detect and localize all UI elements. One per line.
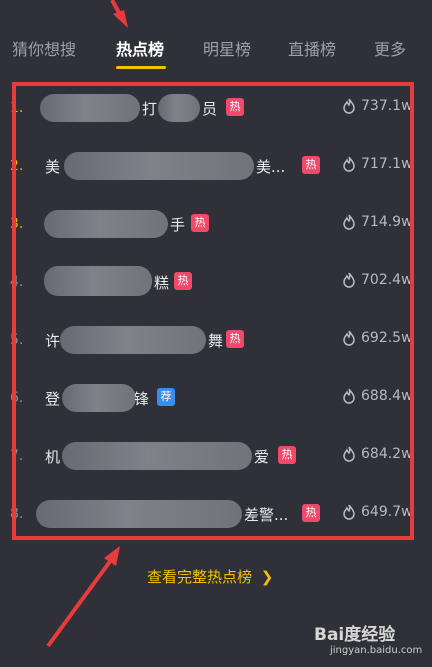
rank-number: 7. — [10, 448, 24, 464]
rank-number: 4. — [10, 274, 24, 290]
arrow-line-bottom — [46, 554, 116, 648]
arrow-head-bottom — [104, 546, 120, 566]
hot-badge: 热 — [278, 446, 296, 464]
blurred-title-segment — [60, 326, 206, 354]
title-tail: 糕 — [154, 274, 170, 292]
blurred-title-segment — [64, 152, 254, 180]
rank-number: 1. — [10, 100, 24, 116]
recommend-badge: 荐 — [157, 388, 175, 406]
tab-more[interactable]: 更多 — [374, 36, 406, 60]
list-item[interactable]: 6. 登 锋 荐 688.4w — [0, 372, 432, 428]
heat-number: 692.5w — [361, 330, 413, 346]
hot-badge: 热 — [302, 156, 320, 174]
title-tail: 手 — [170, 216, 186, 234]
rank-number: 8. — [10, 506, 24, 522]
watermark-url: jingyan.baidu.com — [330, 645, 423, 656]
heat-value: 688.4w — [342, 388, 413, 404]
title-mid: 打 — [142, 100, 158, 118]
hot-badge: 热 — [191, 214, 209, 232]
title-tail: 锋 — [134, 390, 150, 408]
heat-number: 737.1w — [361, 98, 413, 114]
title-tail: 员 — [202, 100, 218, 118]
heat-number: 702.4w — [361, 272, 413, 288]
title-tail: 美... — [256, 158, 286, 176]
list-item[interactable]: 1. 打 员 热 737.1w — [0, 82, 432, 138]
watermark-brand: Bai度经验 — [314, 625, 396, 645]
view-full-hot-list-link[interactable]: 查看完整热点榜 ❯ — [147, 566, 273, 587]
flame-icon — [343, 214, 355, 230]
title-start: 登 — [45, 390, 61, 408]
heat-number: 714.9w — [361, 214, 413, 230]
list-item[interactable]: 2. 美 美... 热 717.1w — [0, 140, 432, 196]
title-start: 美 — [45, 158, 61, 176]
hot-badge: 热 — [226, 98, 244, 116]
title-start: 许 — [45, 332, 61, 350]
heat-value: 649.7w — [342, 504, 413, 520]
list-item[interactable]: 7. 机 爱 热 684.2w — [0, 430, 432, 486]
list-item[interactable]: 4. 糕 热 702.4w — [0, 256, 432, 312]
blurred-title-segment — [62, 442, 252, 470]
flame-icon — [343, 388, 355, 404]
hot-search-panel: 猜你想搜 热点榜 明星榜 直播榜 更多 1. 打 员 热 737.1w 2. 美… — [0, 0, 432, 667]
title-tail: 舞 — [208, 332, 224, 350]
heat-number: 688.4w — [361, 388, 413, 404]
flame-icon — [343, 330, 355, 346]
flame-icon — [343, 98, 355, 114]
tab-bar: 猜你想搜 热点榜 明星榜 直播榜 更多 — [0, 26, 432, 76]
blurred-title-segment — [40, 94, 140, 122]
tab-guess-search[interactable]: 猜你想搜 — [12, 36, 76, 60]
arrow-line-top — [110, 0, 124, 19]
blurred-title-segment — [44, 266, 152, 296]
flame-icon — [343, 156, 355, 172]
hot-badge: 热 — [302, 504, 320, 522]
blurred-title-segment — [44, 210, 168, 238]
rank-number: 6. — [10, 390, 24, 406]
list-item[interactable]: 5. 许 舞 热 692.5w — [0, 314, 432, 370]
list-item[interactable]: 8. 差警... 热 649.7w — [0, 488, 432, 544]
rank-number: 2. — [10, 158, 24, 174]
heat-number: 717.1w — [361, 156, 413, 172]
blurred-title-segment — [62, 384, 136, 412]
heat-value: 717.1w — [342, 156, 413, 172]
heat-value: 714.9w — [342, 214, 413, 230]
list-item[interactable]: 3. 手 热 714.9w — [0, 198, 432, 254]
heat-value: 737.1w — [342, 98, 413, 114]
flame-icon — [343, 504, 355, 520]
heat-value: 692.5w — [342, 330, 413, 346]
title-tail: 差警... — [244, 506, 289, 524]
chevron-right-icon: ❯ — [260, 568, 274, 586]
heat-value: 684.2w — [342, 446, 413, 462]
heat-number: 649.7w — [361, 504, 413, 520]
tab-live-list[interactable]: 直播榜 — [288, 36, 336, 60]
title-start: 机 — [45, 448, 61, 466]
tab-star-list[interactable]: 明星榜 — [203, 36, 251, 60]
blurred-title-segment — [36, 500, 242, 528]
heat-value: 702.4w — [342, 272, 413, 288]
tab-hot-list[interactable]: 热点榜 — [116, 36, 164, 60]
hot-badge: 热 — [226, 330, 244, 348]
footer-link-label: 查看完整热点榜 — [147, 568, 253, 586]
rank-number: 5. — [10, 332, 24, 348]
flame-icon — [343, 446, 355, 462]
title-tail: 爱 — [254, 448, 270, 466]
hot-badge: 热 — [174, 272, 192, 290]
flame-icon — [343, 272, 355, 288]
heat-number: 684.2w — [361, 446, 413, 462]
blurred-title-segment — [158, 94, 200, 122]
active-tab-indicator — [116, 66, 166, 69]
rank-number: 3. — [10, 216, 24, 232]
